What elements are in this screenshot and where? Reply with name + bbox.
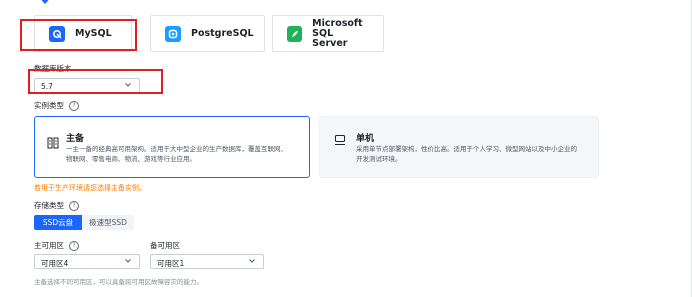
single-server-icon (335, 135, 345, 145)
engine-option-postgresql[interactable]: PostgreSQL (150, 15, 265, 52)
help-icon[interactable]: ? (69, 201, 79, 211)
app-logo-icon (41, 0, 49, 4)
sqlserver-icon (287, 25, 303, 42)
primary-zone-select[interactable]: 可用区4 (34, 254, 140, 269)
chevron-down-icon (125, 83, 131, 87)
help-icon[interactable]: ? (69, 241, 79, 251)
option-desc-primary-standby: 一主一备的经典高可用架构。适用于大中型企业的生产数据库，覆盖互联网、 物联网、零… (66, 145, 287, 163)
instance-type-option-single[interactable]: 单机 采用单节点部署架构，性价比高。适用于个人学习、微型网站以及中小企业的 开发… (319, 116, 599, 178)
option-title-single: 单机 (356, 134, 375, 144)
mysql-icon (49, 25, 65, 42)
primary-zone-value: 可用区4 (41, 259, 69, 268)
storage-type-label: 存储类型? (34, 200, 79, 211)
engine-option-mysql[interactable]: MySQL (34, 15, 132, 52)
option-desc-single: 采用单节点部署架构，性价比高。适用于个人学习、微型网站以及中小企业的 开发测试环… (356, 145, 577, 163)
version-label: 数据库版本 (34, 64, 72, 73)
storage-type-segmented: SSD云盘 极速型SSD (34, 215, 134, 230)
option-title-primary-standby: 主备 (66, 134, 85, 144)
engine-label-postgresql: PostgreSQL (191, 27, 254, 39)
engine-option-sqlserver[interactable]: Microsoft SQL Server (272, 15, 384, 52)
standby-zone-value: 可用区1 (157, 259, 185, 268)
primary-zone-label: 主可用区? (34, 240, 79, 251)
standby-zone-label: 备可用区 (150, 241, 180, 250)
engine-label-sqlserver: Microsoft SQL Server (312, 17, 363, 49)
instance-type-option-primary-standby[interactable]: 主备 一主一备的经典高可用架构。适用于大中型企业的生产数据库，覆盖互联网、 物联… (34, 116, 310, 178)
zone-note: 主备选择不同可用区，可以具备跨可用区故障容灾的能力。 (34, 278, 203, 286)
primary-standby-icon (47, 137, 59, 149)
instance-type-label: 实例类型? (34, 100, 79, 111)
instance-type-hint: 若用于生产环境请您选择主备实例。 (34, 184, 146, 192)
chevron-down-icon (249, 259, 255, 263)
engine-label-mysql: MySQL (75, 27, 112, 39)
chevron-down-icon (125, 259, 131, 263)
help-icon[interactable]: ? (69, 101, 79, 111)
standby-zone-select[interactable]: 可用区1 (150, 254, 264, 269)
version-select[interactable]: 5.7 (34, 78, 140, 93)
storage-option-essd[interactable]: 极速型SSD (82, 215, 134, 230)
storage-option-ssd[interactable]: SSD云盘 (34, 215, 82, 230)
version-value: 5.7 (41, 82, 53, 91)
postgresql-icon (165, 25, 181, 42)
